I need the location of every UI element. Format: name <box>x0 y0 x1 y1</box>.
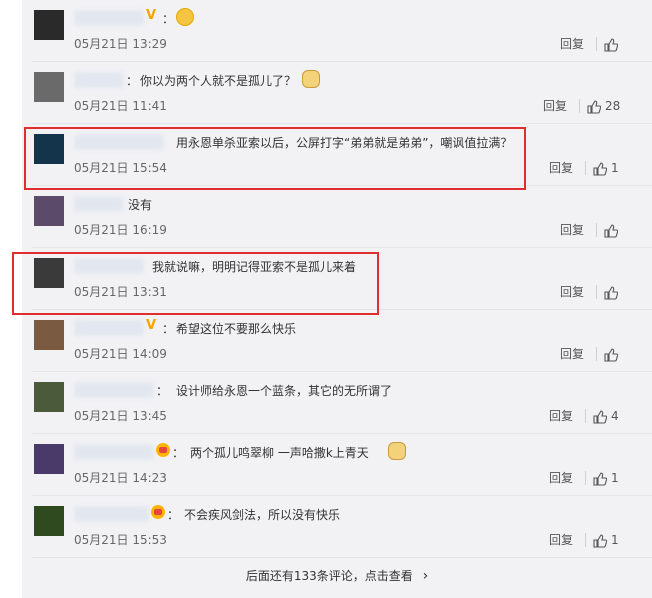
reply-button[interactable]: 回复 <box>560 285 584 299</box>
chevron-right-icon: › <box>422 568 429 584</box>
comment-text: 不会疾风剑法，所以没有快乐 <box>184 508 341 522</box>
comment-time: 05月21日 14:23 <box>74 471 167 485</box>
comment-time: 05月21日 14:09 <box>74 347 167 361</box>
reply-button[interactable]: 回复 <box>543 99 567 113</box>
username[interactable] <box>74 196 124 212</box>
reply-button[interactable]: 回复 <box>549 409 573 423</box>
highlight-box-2 <box>12 252 379 315</box>
name-colon: ： <box>156 384 169 398</box>
comment-text: 两个孤儿鸣翠柳 一声哈撒k上青天 <box>190 446 369 460</box>
thumbs-up-icon[interactable] <box>593 409 608 424</box>
reply-button[interactable]: 回复 <box>560 37 584 51</box>
like-count: 1 <box>611 471 619 485</box>
avatar[interactable] <box>34 444 64 474</box>
comment-time: 05月21日 13:29 <box>74 37 167 51</box>
avatar[interactable] <box>34 320 64 350</box>
name-colon: ： <box>167 508 180 522</box>
member-crown-icon <box>151 505 165 519</box>
comment-item: ：你以为两个人就不是孤儿了？ 05月21日 11:41 回复 28 <box>22 62 652 124</box>
username[interactable] <box>74 72 124 88</box>
name-colon: ： <box>126 74 139 88</box>
divider <box>585 533 586 547</box>
reply-button[interactable]: 回复 <box>549 471 573 485</box>
highlight-box-1 <box>24 127 526 190</box>
grin-emoji-icon <box>176 8 194 26</box>
divider <box>585 161 586 175</box>
thumbs-up-icon[interactable] <box>593 533 608 548</box>
comment-item: ： 设计师给永恩一个蓝条，其它的无所谓了 05月21日 13:45 回复 4 <box>22 372 652 434</box>
divider <box>596 223 597 237</box>
divider <box>596 285 597 299</box>
avatar[interactable] <box>34 72 64 102</box>
comment-text: 你以为两个人就不是孤儿了？ <box>140 74 297 88</box>
divider <box>596 347 597 361</box>
reply-button[interactable]: 回复 <box>549 533 573 547</box>
reply-button[interactable]: 回复 <box>560 347 584 361</box>
divider <box>585 471 586 485</box>
avatar[interactable] <box>34 506 64 536</box>
reply-button[interactable]: 回复 <box>549 161 573 175</box>
comment-text: 希望这位不要那么快乐 <box>176 322 297 336</box>
comment-time: 05月21日 11:41 <box>74 99 167 113</box>
username[interactable] <box>74 382 154 398</box>
member-crown-icon <box>156 443 170 457</box>
more-comments-text: 后面还有133条评论，点击查看 <box>245 569 413 583</box>
comment-item: V ：希望这位不要那么快乐 05月21日 14:09 回复 <box>22 310 652 372</box>
comment-item: 没有 05月21日 16:19 回复 <box>22 186 652 248</box>
name-colon: ： <box>172 446 185 460</box>
avatar[interactable] <box>34 196 64 226</box>
avatar[interactable] <box>34 382 64 412</box>
thumbs-up-icon[interactable] <box>593 161 608 176</box>
comment-time: 05月21日 13:45 <box>74 409 167 423</box>
comment-item: ： 两个孤儿鸣翠柳 一声哈撒k上青天 05月21日 14:23 回复 1 <box>22 434 652 496</box>
more-comments-link[interactable]: 后面还有133条评论，点击查看 › <box>22 558 652 598</box>
username[interactable] <box>74 444 154 460</box>
like-count: 4 <box>611 409 619 423</box>
like-count: 1 <box>611 161 619 175</box>
doge-emoji-icon <box>388 442 406 460</box>
comment-time: 05月21日 15:53 <box>74 533 167 547</box>
comment-time: 05月21日 16:19 <box>74 223 167 237</box>
thumbs-up-icon[interactable] <box>604 347 619 362</box>
username[interactable] <box>74 506 149 522</box>
reply-button[interactable]: 回复 <box>560 223 584 237</box>
thumbs-up-icon[interactable] <box>593 471 608 486</box>
divider <box>585 409 586 423</box>
like-count: 1 <box>611 533 619 547</box>
comment-item: ： 不会疾风剑法，所以没有快乐 05月21日 15:53 回复 1 <box>22 496 652 558</box>
thumbs-up-icon[interactable] <box>604 223 619 238</box>
thumbs-up-icon[interactable] <box>587 99 602 114</box>
divider <box>596 37 597 51</box>
avatar[interactable] <box>34 10 64 40</box>
name-colon: ： <box>162 322 175 336</box>
username[interactable] <box>74 320 144 336</box>
comment-text: 设计师给永恩一个蓝条，其它的无所谓了 <box>176 384 393 398</box>
verified-badge-icon: V <box>146 318 157 333</box>
thumbs-up-icon[interactable] <box>604 285 619 300</box>
comment-text: 没有 <box>128 198 153 212</box>
divider <box>579 99 580 113</box>
verified-badge-icon: V <box>146 8 157 23</box>
like-count: 28 <box>605 99 621 113</box>
thumbs-up-icon[interactable] <box>604 37 619 52</box>
username[interactable] <box>74 10 144 26</box>
name-colon: ： <box>162 12 175 26</box>
doge-emoji-icon <box>302 70 320 88</box>
comment-item: V ： 05月21日 13:29 回复 <box>22 0 652 62</box>
